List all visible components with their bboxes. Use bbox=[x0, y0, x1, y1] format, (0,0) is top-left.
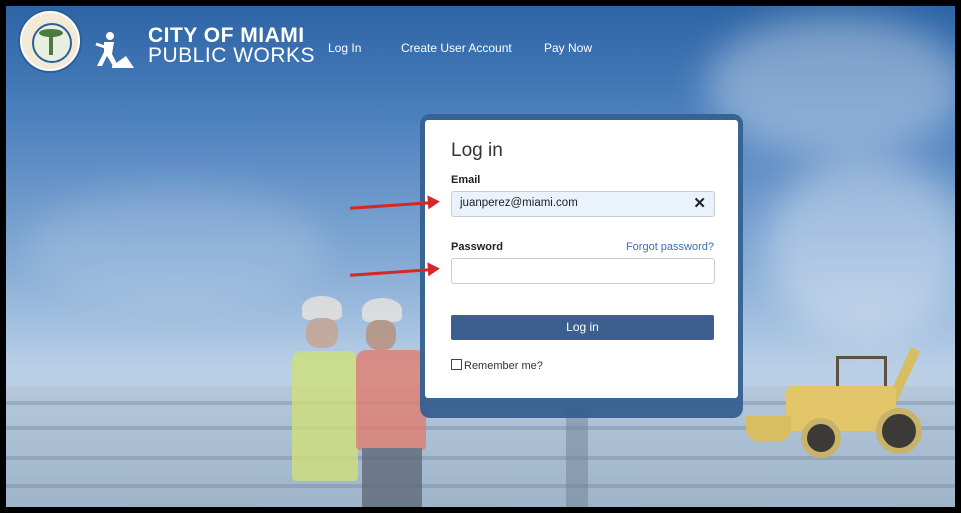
solar-rail bbox=[6, 484, 955, 488]
password-field[interactable] bbox=[451, 258, 715, 284]
nav-log-in[interactable]: Log In bbox=[328, 41, 361, 55]
hard-hat bbox=[302, 296, 342, 320]
email-value: juanperez@miami.com bbox=[460, 197, 578, 209]
annotation-arrow-email bbox=[349, 201, 431, 210]
login-card: Log in Email juanperez@miami.com ✕ Passw… bbox=[425, 120, 738, 398]
safety-vest bbox=[356, 350, 426, 450]
log-in-button[interactable]: Log in bbox=[451, 315, 714, 340]
remember-me-row[interactable]: Remember me? bbox=[451, 359, 543, 372]
sky-cloud bbox=[766, 156, 955, 336]
worker-shovel-icon bbox=[95, 32, 134, 68]
backhoe-loader bbox=[746, 346, 951, 466]
forgot-password-link[interactable]: Forgot password? bbox=[626, 241, 714, 253]
site-header: CITY OF MIAMI PUBLIC WORKS Log In Create… bbox=[6, 6, 955, 76]
remember-me-label: Remember me? bbox=[464, 360, 543, 372]
hard-hat bbox=[362, 298, 402, 322]
sky-cloud bbox=[26, 186, 326, 306]
remember-me-checkbox[interactable] bbox=[451, 359, 462, 370]
nav-pay-now[interactable]: Pay Now bbox=[544, 41, 592, 55]
safety-vest bbox=[292, 351, 358, 481]
brand-subtitle: PUBLIC WORKS bbox=[148, 44, 316, 67]
email-label: Email bbox=[451, 174, 481, 186]
solar-rail bbox=[566, 406, 588, 507]
email-field[interactable]: juanperez@miami.com ✕ bbox=[451, 191, 715, 217]
nav-create-user-account[interactable]: Create User Account bbox=[401, 41, 512, 55]
city-seal-logo[interactable] bbox=[20, 11, 80, 71]
screenshot-frame: CITY OF MIAMI PUBLIC WORKS Log In Create… bbox=[6, 6, 955, 507]
login-title: Log in bbox=[451, 140, 503, 161]
close-icon[interactable]: ✕ bbox=[693, 194, 706, 212]
password-label: Password bbox=[451, 241, 503, 253]
annotation-arrow-password bbox=[349, 268, 431, 277]
